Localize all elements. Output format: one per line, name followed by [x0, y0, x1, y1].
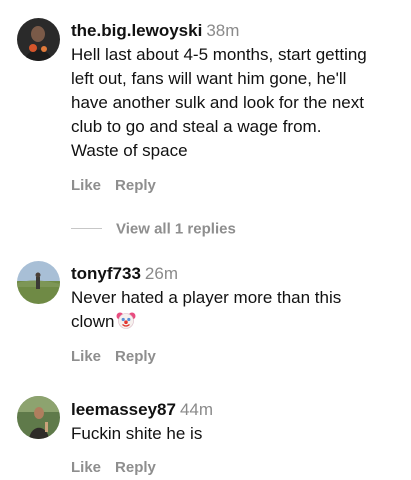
like-button[interactable]: Like — [71, 177, 101, 194]
timestamp: 26m — [144, 264, 178, 283]
avatar[interactable] — [17, 261, 60, 304]
reply-button[interactable]: Reply — [115, 177, 156, 194]
avatar[interactable] — [17, 396, 60, 439]
timestamp: 38m — [206, 21, 240, 40]
comment-text: Fuckin shite he is — [71, 424, 203, 443]
replies-divider — [71, 228, 102, 230]
like-button[interactable]: Like — [71, 459, 101, 476]
comment-actions: Like Reply — [71, 348, 156, 366]
view-replies-label[interactable]: View all 1 replies — [116, 220, 236, 237]
view-replies-button[interactable]: View all 1 replies — [71, 220, 236, 238]
timestamp: 44m — [179, 400, 214, 419]
avatar[interactable] — [17, 18, 60, 61]
reply-button[interactable]: Reply — [115, 459, 156, 476]
comment-text: Never hated a player more than this clow… — [71, 286, 403, 334]
clown-face-icon — [116, 310, 136, 330]
comment-header: the.big.lewoyski 38m — [71, 20, 403, 42]
reply-button[interactable]: Reply — [115, 348, 156, 365]
comment-text-content: Never hated a player more than this clow… — [71, 288, 342, 331]
comment-text: Hell last about 4-5 months, start gettin… — [71, 45, 367, 160]
comment-header: leemassey87 44m — [71, 399, 403, 421]
comment-header: tonyf733 26m — [71, 263, 403, 285]
comment-actions: Like Reply — [71, 177, 156, 195]
username[interactable]: the.big.lewoyski — [71, 21, 202, 40]
like-button[interactable]: Like — [71, 348, 101, 365]
username[interactable]: tonyf733 — [71, 264, 141, 283]
username[interactable]: leemassey87 — [71, 400, 176, 419]
comment-actions: Like Reply — [71, 459, 156, 477]
